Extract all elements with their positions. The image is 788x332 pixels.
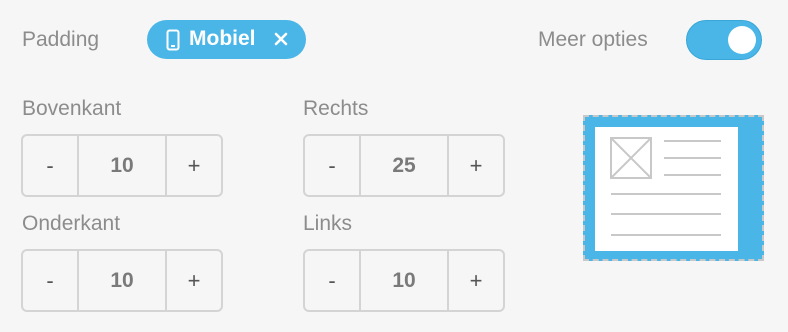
- right-stepper: - 25 +: [303, 134, 505, 197]
- bottom-value[interactable]: 10: [77, 251, 167, 310]
- right-value[interactable]: 25: [359, 136, 449, 195]
- right-label: Rechts: [303, 97, 369, 120]
- left-decrement-button[interactable]: -: [305, 251, 359, 310]
- device-chip-mobile[interactable]: Mobiel: [147, 20, 306, 59]
- preview-content-illustration: [610, 137, 721, 236]
- right-increment-button[interactable]: +: [449, 136, 503, 195]
- bottom-increment-button[interactable]: +: [167, 251, 221, 310]
- top-decrement-button[interactable]: -: [23, 136, 77, 195]
- left-label: Links: [303, 212, 353, 235]
- right-decrement-button[interactable]: -: [305, 136, 359, 195]
- padding-label: Padding: [22, 28, 100, 51]
- toggle-knob: [728, 26, 756, 54]
- more-options-toggle[interactable]: [686, 20, 762, 60]
- close-icon[interactable]: [273, 31, 289, 52]
- left-increment-button[interactable]: +: [449, 251, 503, 310]
- preview-card: [595, 127, 738, 251]
- bottom-stepper: - 10 +: [21, 249, 223, 312]
- left-stepper: - 10 +: [303, 249, 505, 312]
- more-options-label: Meer opties: [538, 28, 648, 51]
- device-chip-label: Mobiel: [189, 27, 256, 50]
- bottom-label: Onderkant: [22, 212, 121, 235]
- padding-preview: [583, 115, 764, 261]
- phone-icon: [166, 29, 180, 56]
- bottom-decrement-button[interactable]: -: [23, 251, 77, 310]
- top-label: Bovenkant: [22, 97, 122, 120]
- left-value[interactable]: 10: [359, 251, 449, 310]
- top-stepper: - 10 +: [21, 134, 223, 197]
- top-value[interactable]: 10: [77, 136, 167, 195]
- top-increment-button[interactable]: +: [167, 136, 221, 195]
